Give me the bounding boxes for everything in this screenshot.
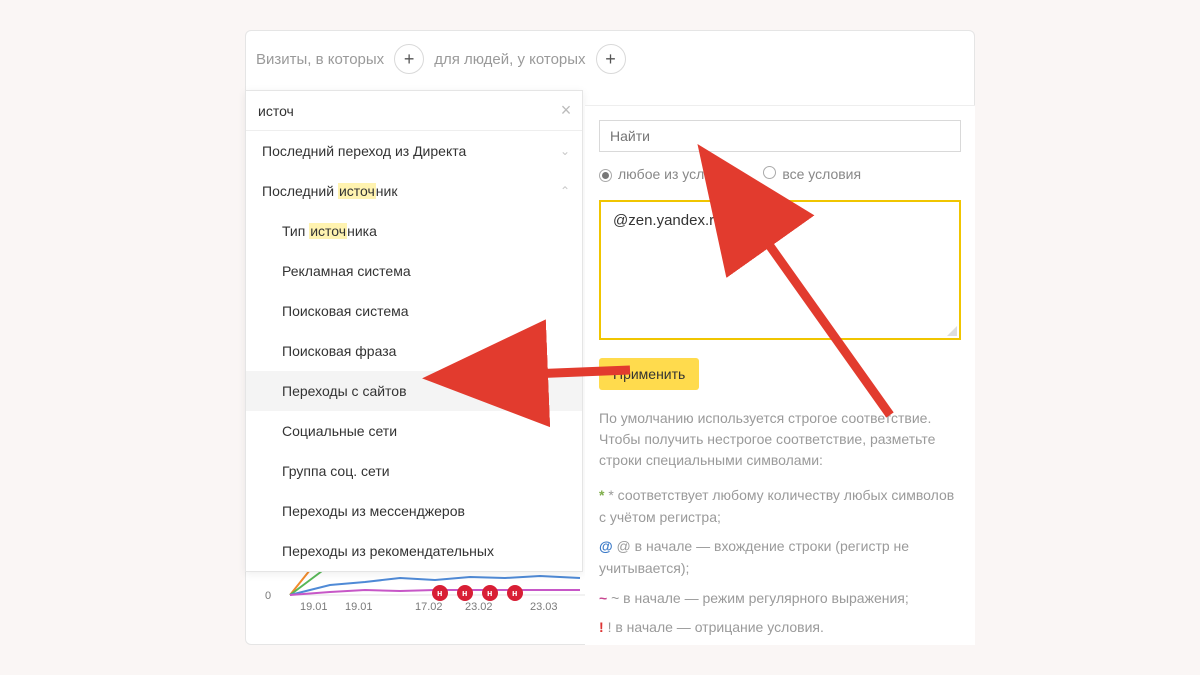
sub-type[interactable]: Тип источника (246, 211, 582, 251)
chart-zero-label: 0 (265, 590, 271, 602)
sub-group-label: Группа соц. сети (282, 463, 390, 479)
radio-off-icon (763, 166, 776, 179)
clear-search-icon[interactable]: × (550, 100, 582, 121)
filter-bar: Визиты, в которых + для людей, у которых… (256, 39, 964, 79)
help-star: * * соответствует любому количеству любы… (599, 485, 961, 528)
find-input[interactable] (599, 120, 961, 152)
resize-handle-icon[interactable] (947, 326, 957, 336)
people-label: для людей, у которых (434, 51, 585, 68)
add-people-filter-button[interactable]: + (596, 44, 626, 74)
sub-adsys[interactable]: Рекламная система (246, 251, 582, 291)
sub-search[interactable]: Поисковая система (246, 291, 582, 331)
sub-search-label: Поисковая система (282, 303, 409, 319)
sub-phrase-label: Поисковая фраза (282, 343, 396, 359)
help-text: По умолчанию используется строгое соотве… (599, 408, 961, 471)
chevron-down-icon (560, 144, 570, 158)
sub-recom-label: Переходы из рекомендательных (282, 543, 494, 559)
sub-sites-label: Переходы с сайтов (282, 383, 407, 399)
condition-mode-row: любое из условий все условия (599, 166, 961, 182)
sub-social-label: Социальные сети (282, 423, 397, 439)
sub-group[interactable]: Группа соц. сети (246, 451, 582, 491)
filter-config-panel: любое из условий все условия @zen.yandex… (585, 105, 975, 645)
cat-last-label: Последний источник (262, 183, 397, 199)
radio-all[interactable]: все условия (763, 166, 861, 182)
chevron-up-icon (560, 184, 570, 198)
help-exc: ! ! в начале — отрицание условия. (599, 617, 961, 639)
cat-last-source[interactable]: Последний источник (246, 171, 582, 211)
help-list: * * соответствует любому количеству любы… (599, 485, 961, 639)
sub-adsys-label: Рекламная система (282, 263, 411, 279)
sub-mess-label: Переходы из мессенджеров (282, 503, 465, 519)
visits-label: Визиты, в которых (256, 51, 384, 68)
radio-any[interactable]: любое из условий (599, 166, 735, 182)
help-at: @ @ в начале — вхождение строки (регистр… (599, 536, 961, 579)
sub-phrase[interactable]: Поисковая фраза (246, 331, 582, 371)
search-row: × (246, 91, 582, 131)
textarea-value: @zen.yandex.ru (613, 212, 722, 229)
sub-social[interactable]: Социальные сети (246, 411, 582, 451)
apply-button[interactable]: Применить (599, 358, 699, 390)
source-dropdown: × Последний переход из Директа Последний… (245, 90, 583, 572)
sub-sites[interactable]: Переходы с сайтов (246, 371, 582, 411)
sub-recom[interactable]: Переходы из рекомендательных (246, 531, 582, 571)
sub-type-label: Тип источника (282, 223, 377, 239)
cat-direct[interactable]: Последний переход из Директа (246, 131, 582, 171)
cat-direct-label: Последний переход из Директа (262, 143, 466, 159)
radio-on-icon (599, 169, 612, 182)
values-textarea[interactable]: @zen.yandex.ru (599, 200, 961, 340)
search-input[interactable] (246, 103, 550, 119)
add-visit-filter-button[interactable]: + (394, 44, 424, 74)
sub-mess[interactable]: Переходы из мессенджеров (246, 491, 582, 531)
help-tilde: ~ ~ в начале — режим регулярного выражен… (599, 588, 961, 610)
